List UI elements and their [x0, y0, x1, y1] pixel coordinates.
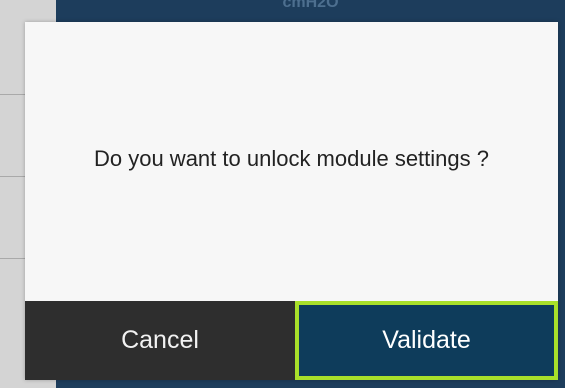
validate-button[interactable]: Validate — [295, 301, 558, 380]
screen: cmH2O Do you want to unlock module setti… — [0, 0, 565, 388]
background-unit-label: cmH2O — [282, 0, 339, 11]
dialog-footer: Cancel Validate — [25, 301, 558, 380]
cancel-button[interactable]: Cancel — [25, 301, 295, 380]
dialog-message: Do you want to unlock module settings ? — [93, 146, 489, 171]
unlock-dialog: Do you want to unlock module settings ? … — [25, 22, 558, 380]
